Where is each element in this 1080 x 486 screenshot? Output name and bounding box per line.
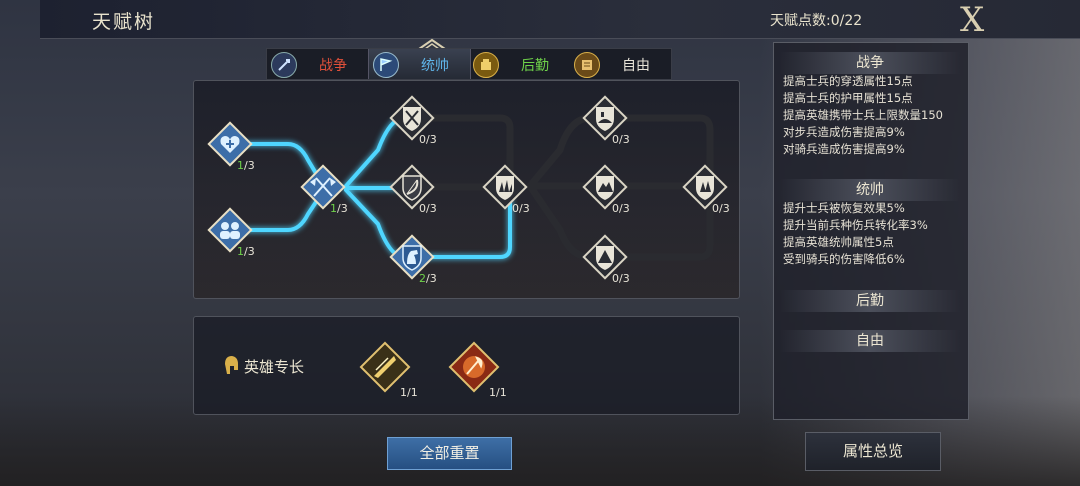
node-count: 1/3 xyxy=(330,202,348,215)
talent-node-hill[interactable]: 0/3 xyxy=(582,95,630,146)
specialty-count: 1/1 xyxy=(400,386,418,399)
command-attribute-line: 提升士兵被恢复效果5% xyxy=(783,201,905,215)
node-count: 2/3 xyxy=(419,272,437,285)
talent-node-troops[interactable]: 1/3 xyxy=(207,207,255,258)
talent-node-bow[interactable]: 0/3 xyxy=(389,164,437,215)
node-count: 0/3 xyxy=(612,133,630,146)
war-attribute-line: 提高士兵的穿透属性15点 xyxy=(783,74,913,88)
war-attribute-line: 提高士兵的护甲属性15点 xyxy=(783,91,913,105)
command-attribute-line: 提高英雄统帅属性5点 xyxy=(783,235,894,249)
command-attribute-line: 提升当前兵种伤兵转化率3% xyxy=(783,218,928,232)
talent-node-forest[interactable]: 0/3 xyxy=(682,164,730,215)
war-attribute-line: 对步兵造成伤害提高9% xyxy=(783,125,905,139)
talent-node-grass[interactable]: 0/3 xyxy=(482,164,530,215)
node-count: 0/3 xyxy=(512,202,530,215)
command-attribute-line: 受到骑兵的伤害降低6% xyxy=(783,252,905,266)
node-count: 0/3 xyxy=(712,202,730,215)
war-attribute-line: 提高英雄携带士兵上限数量150 xyxy=(783,108,943,122)
war-attribute-line: 对骑兵造成伤害提高9% xyxy=(783,142,905,156)
node-count: 0/3 xyxy=(612,202,630,215)
hero-specialty-label: 英雄专长 xyxy=(244,358,305,376)
helmet-icon xyxy=(225,356,238,374)
reset-all-button[interactable]: 全部重置 xyxy=(387,437,512,470)
node-count: 1/3 xyxy=(237,159,255,172)
node-count: 0/3 xyxy=(419,133,437,146)
section-title-freedom: 自由 xyxy=(780,330,960,352)
talent-node-peak[interactable]: 0/3 xyxy=(582,234,630,285)
specialty-count: 1/1 xyxy=(489,386,507,399)
talent-node-mountain[interactable]: 0/3 xyxy=(582,164,630,215)
specialty-item-blade[interactable]: 1/1 xyxy=(358,340,418,399)
talent-node-horse[interactable]: 2/3 xyxy=(389,234,437,285)
node-count: 0/3 xyxy=(419,202,437,215)
node-count: 1/3 xyxy=(237,245,255,258)
node-count: 0/3 xyxy=(612,272,630,285)
talent-node-heal[interactable]: 1/3 xyxy=(207,121,255,172)
attribute-overview-button[interactable]: 属性总览 xyxy=(805,432,941,471)
section-title-war: 战争 xyxy=(780,52,960,74)
talent-node-flags[interactable]: 1/3 xyxy=(300,164,348,215)
specialty-item-axe-rider[interactable]: 1/1 xyxy=(447,340,507,399)
section-title-command: 统帅 xyxy=(780,179,960,201)
talent-node-swords[interactable]: 0/3 xyxy=(389,95,437,146)
section-title-logistics: 后勤 xyxy=(780,290,960,312)
